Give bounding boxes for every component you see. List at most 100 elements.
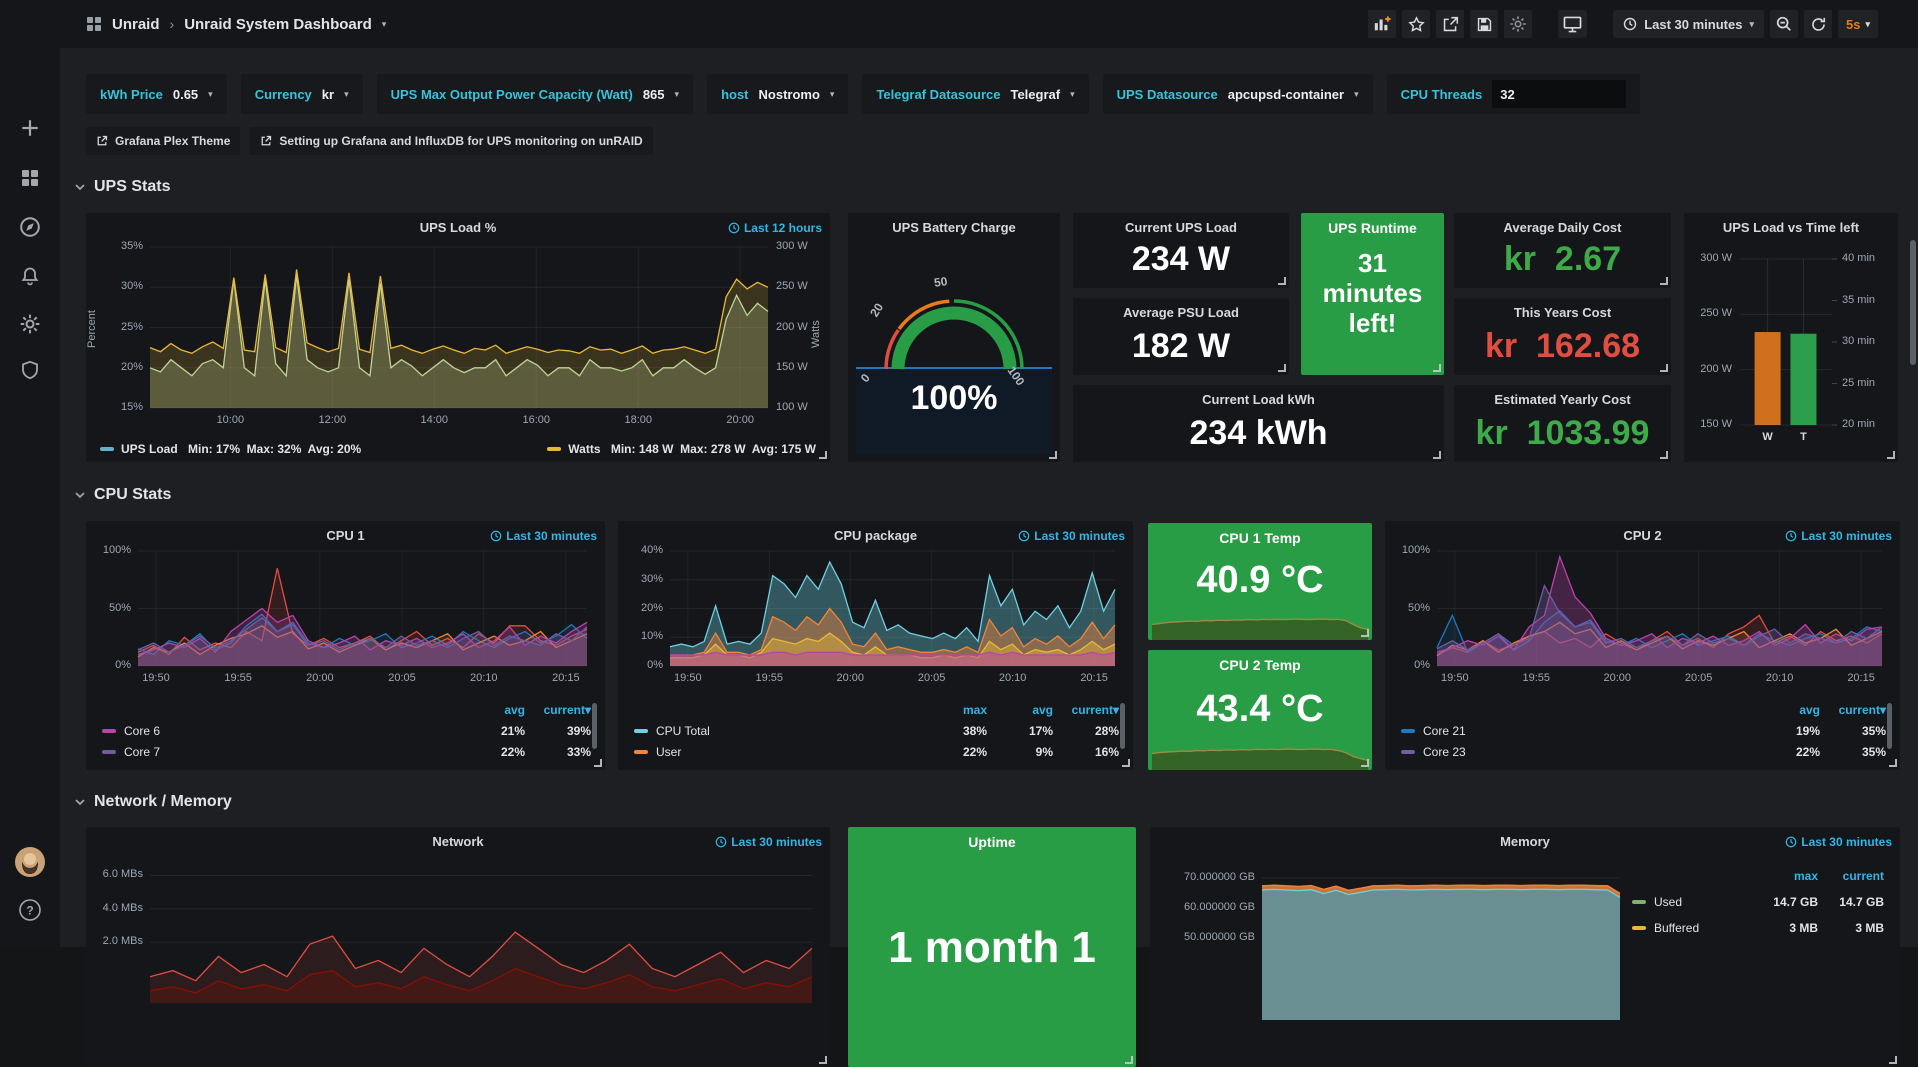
variable-caret-icon: ▾	[675, 89, 680, 100]
x-axis-tick: 20:00	[1581, 672, 1653, 684]
y-axis-tick: 25%	[121, 321, 143, 333]
panel-title[interactable]: This Years Cost	[1454, 305, 1671, 320]
variable-telegraf_datasource[interactable]: Telegraf DatasourceTelegraf▾	[862, 74, 1088, 114]
section-ups-stats[interactable]: UPS Stats	[74, 178, 170, 196]
legend-series-name[interactable]: CPU Total	[634, 724, 921, 738]
y-axis-tick: 6.0 MBs	[103, 868, 143, 880]
legend-series-name[interactable]: Buffered	[1632, 921, 1752, 935]
legend-series-name[interactable]: Used	[1632, 895, 1752, 909]
cycle-view-button[interactable]	[1558, 10, 1587, 38]
variable-host[interactable]: hostNostromo▾	[707, 74, 848, 114]
legend-column-header[interactable]: current	[1818, 869, 1884, 883]
dashboard-link[interactable]: Setting up Grafana and InfluxDB for UPS …	[250, 127, 652, 155]
share-button[interactable]	[1436, 10, 1464, 38]
panel-title[interactable]: Average PSU Load	[1073, 305, 1289, 320]
panel-title[interactable]: UPS Load vs Time left	[1684, 220, 1898, 235]
legend-row: User22%9%16%	[634, 741, 1119, 762]
legend-swatch	[547, 447, 561, 451]
variable-ups_max_output[interactable]: UPS Max Output Power Capacity (Watt)865▾	[377, 74, 693, 114]
save-button[interactable]	[1470, 10, 1498, 38]
panel-title[interactable]: UPS Battery Charge	[848, 220, 1060, 235]
sidebar-item-explore[interactable]	[0, 207, 60, 247]
legend-column-header[interactable]: avg	[987, 703, 1053, 717]
panel-title[interactable]: Current Load kWh	[1073, 392, 1444, 407]
x-axis-tick: 20:15	[530, 672, 602, 684]
variable-label: kWh Price	[100, 87, 163, 102]
section-network-memory[interactable]: Network / Memory	[74, 793, 232, 811]
panel-time-range[interactable]: Last 30 minutes	[715, 835, 822, 849]
page-title[interactable]: Unraid System Dashboard	[184, 16, 372, 33]
legend-series-name[interactable]: Core 21	[1401, 724, 1754, 738]
variable-kwh_price[interactable]: kWh Price0.65▾	[86, 74, 227, 114]
legend-series-name[interactable]: Watts	[568, 442, 600, 456]
legend-column-header[interactable]: avg	[1754, 703, 1820, 717]
panel-title[interactable]: Current UPS Load	[1073, 220, 1289, 235]
panel-title[interactable]: Average Daily Cost	[1454, 220, 1671, 235]
variable-cpu_threads[interactable]: CPU Threads	[1387, 74, 1641, 114]
legend-column-header[interactable]: avg	[459, 703, 525, 717]
panel-time-range[interactable]: Last 30 minutes	[1018, 529, 1125, 543]
stat-value: 40.9 °C	[1148, 559, 1372, 602]
add-panel-button[interactable]	[1368, 10, 1396, 38]
legend-column-header[interactable]: current▾	[1820, 703, 1886, 717]
sidebar-item-alerting[interactable]	[0, 256, 60, 296]
time-range-label: Last 30 minutes	[1034, 529, 1125, 543]
legend-column-header[interactable]: max	[921, 703, 987, 717]
star-button[interactable]	[1402, 10, 1430, 38]
panel-time-range[interactable]: Last 30 minutes	[490, 529, 597, 543]
settings-button[interactable]	[1504, 10, 1532, 38]
variable-input[interactable]	[1492, 80, 1626, 108]
panel-title[interactable]: UPS Runtime	[1301, 220, 1444, 236]
variable-currency[interactable]: Currencykr▾	[241, 74, 363, 114]
legend-series-name[interactable]: UPS Load	[121, 442, 178, 456]
panel-title[interactable]: Uptime	[848, 834, 1136, 850]
panel-ups-load-vs-time-left: UPS Load vs Time left 300 W250 W200 W150…	[1684, 213, 1898, 462]
y-axis-tick: 50%	[1408, 602, 1430, 614]
sidebar-item-dashboards[interactable]	[0, 158, 60, 198]
legend-scrollbar[interactable]	[592, 703, 597, 749]
y-axis-tick: 200 W	[1700, 363, 1732, 375]
legend-stats: Min: 17% Max: 32% Avg: 20%	[185, 442, 362, 456]
y-axis-tick: 4.0 MBs	[103, 902, 143, 914]
time-range-picker[interactable]: Last 30 minutes ▾	[1613, 10, 1764, 38]
sidebar-item-configuration[interactable]	[0, 304, 60, 344]
page-scrollbar[interactable]	[1910, 240, 1916, 365]
clock-icon	[1785, 530, 1797, 542]
section-cpu-stats[interactable]: CPU Stats	[74, 486, 171, 504]
legend-column-header[interactable]: current▾	[525, 703, 591, 717]
legend-swatch	[1401, 729, 1415, 733]
variable-value: Telegraf	[1010, 87, 1060, 102]
title-caret-icon[interactable]: ▾	[382, 19, 387, 30]
refresh-button[interactable]	[1804, 10, 1832, 38]
sidebar-item-server-admin[interactable]	[0, 350, 60, 390]
sidebar-item-help[interactable]: ?	[0, 890, 60, 930]
sidebar-item-create[interactable]	[0, 108, 60, 148]
legend-value: 22%	[1754, 745, 1820, 759]
legend-column-header[interactable]: current▾	[1053, 703, 1119, 717]
panel-title[interactable]: Estimated Yearly Cost	[1454, 392, 1671, 407]
panel-time-range[interactable]: Last 12 hours	[728, 221, 822, 235]
panel-time-range[interactable]: Last 30 minutes	[1785, 835, 1892, 849]
dashboard-links-row: Grafana Plex Theme Setting up Grafana and…	[86, 127, 653, 155]
variable-ups_datasource[interactable]: UPS Datasourceapcupsd-container▾	[1103, 74, 1373, 114]
y-axis-title: Percent	[86, 308, 98, 348]
legend-scrollbar[interactable]	[1887, 703, 1892, 749]
legend-scrollbar[interactable]	[1120, 703, 1125, 749]
legend-series-name[interactable]: Core 7	[102, 745, 459, 759]
refresh-interval-picker[interactable]: 5s ▾	[1838, 10, 1878, 38]
dashboard-link[interactable]: Grafana Plex Theme	[86, 127, 240, 155]
panel-title[interactable]: CPU 1 Temp	[1148, 530, 1372, 546]
panel-ups-battery-charge: UPS Battery Charge 02050100 100%	[848, 213, 1060, 462]
legend-series-name[interactable]: User	[634, 745, 921, 759]
legend-column-header[interactable]: max	[1752, 869, 1818, 883]
legend-series-name[interactable]: Core 23	[1401, 745, 1754, 759]
legend-series-name[interactable]: Core 6	[102, 724, 459, 738]
breadcrumb-folder[interactable]: Unraid	[112, 16, 160, 33]
clock-icon	[1785, 836, 1797, 848]
user-avatar[interactable]	[0, 842, 60, 882]
panel-title[interactable]: UPS Load %	[86, 220, 830, 235]
zoom-out-button[interactable]	[1770, 10, 1798, 38]
apps-grid-icon[interactable]	[86, 16, 102, 32]
panel-title[interactable]: CPU 2 Temp	[1148, 657, 1372, 673]
panel-time-range[interactable]: Last 30 minutes	[1785, 529, 1892, 543]
